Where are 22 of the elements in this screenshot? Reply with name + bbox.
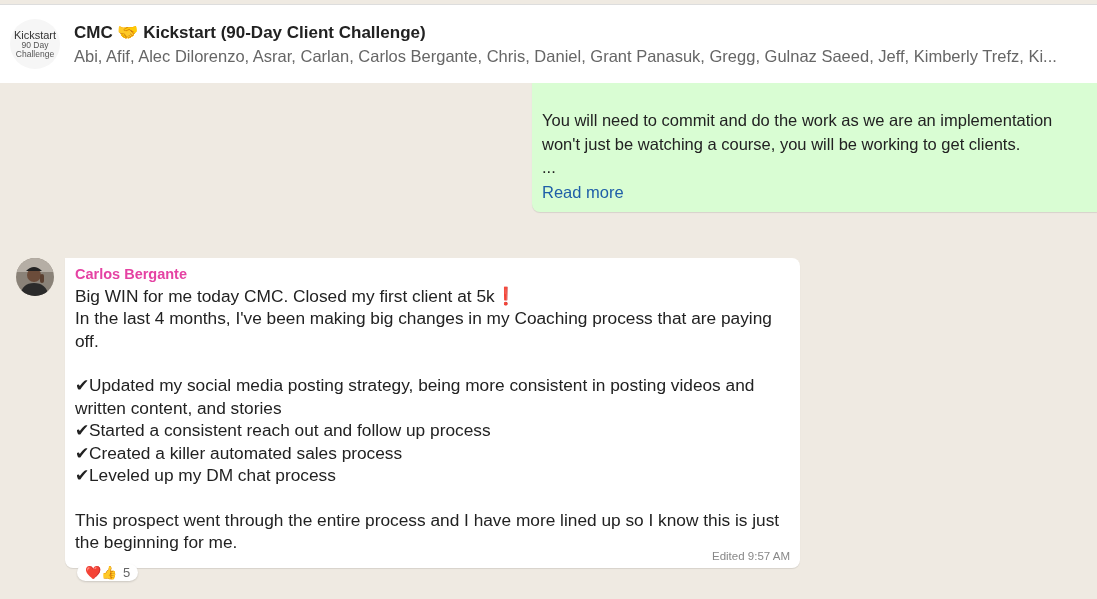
avatar[interactable] xyxy=(16,257,54,296)
member-list: Abi, Afif, Alec Dilorenzo, Asrar, Carlan, Carlos Bergante, Chris, Daniel, Grant Panasuk, Gregg, Gulnaz Saeed, Jeff, Kimberly Trefz, Ki... xyxy=(74,47,1057,66)
sender-name[interactable]: Carlos Bergante xyxy=(75,265,790,282)
message-line: This prospect went through the entire process and I have more lined up so I know this is just the beginning for me. xyxy=(75,508,781,552)
reaction-count: 5 xyxy=(123,564,131,580)
message-line: ✔Updated my social media posting strategy, being more consistent in posting videos and written content, and stories xyxy=(75,374,756,419)
message-time: Edited 9:57 AM xyxy=(711,549,790,562)
message-line: ✔Leveled up my DM chat process xyxy=(75,464,337,487)
message-line: ... xyxy=(542,157,557,178)
message-line: Big WIN for me today CMC. Closed my first client at 5k❗ xyxy=(75,284,518,307)
message-line: ✔Created a killer automated sales process xyxy=(75,441,404,464)
read-more-link[interactable]: Read more xyxy=(542,179,624,204)
logo-text: Challenge xyxy=(15,49,55,58)
logo-text: 90 Day xyxy=(21,41,49,50)
logo-text: Kickstart xyxy=(13,30,57,41)
reaction-emoji: ❤👍 xyxy=(85,564,117,580)
message-line: ✔Started a consistent reach out and follow up process xyxy=(75,419,492,442)
message-line: won't just be watching a course, you will be working to get clients. xyxy=(542,133,1022,155)
message-line: In the last 4 months, I've been making big changes in my Coaching process that are paying off. xyxy=(75,307,773,352)
group-avatar[interactable]: Kickstart 90 Day Challenge xyxy=(10,19,60,69)
message-line: You will need to commit and do the work as we are an implementation xyxy=(542,110,1054,131)
chat-title: CMC 🤝 Kickstart (90-Day Client Challenge) xyxy=(74,22,427,43)
